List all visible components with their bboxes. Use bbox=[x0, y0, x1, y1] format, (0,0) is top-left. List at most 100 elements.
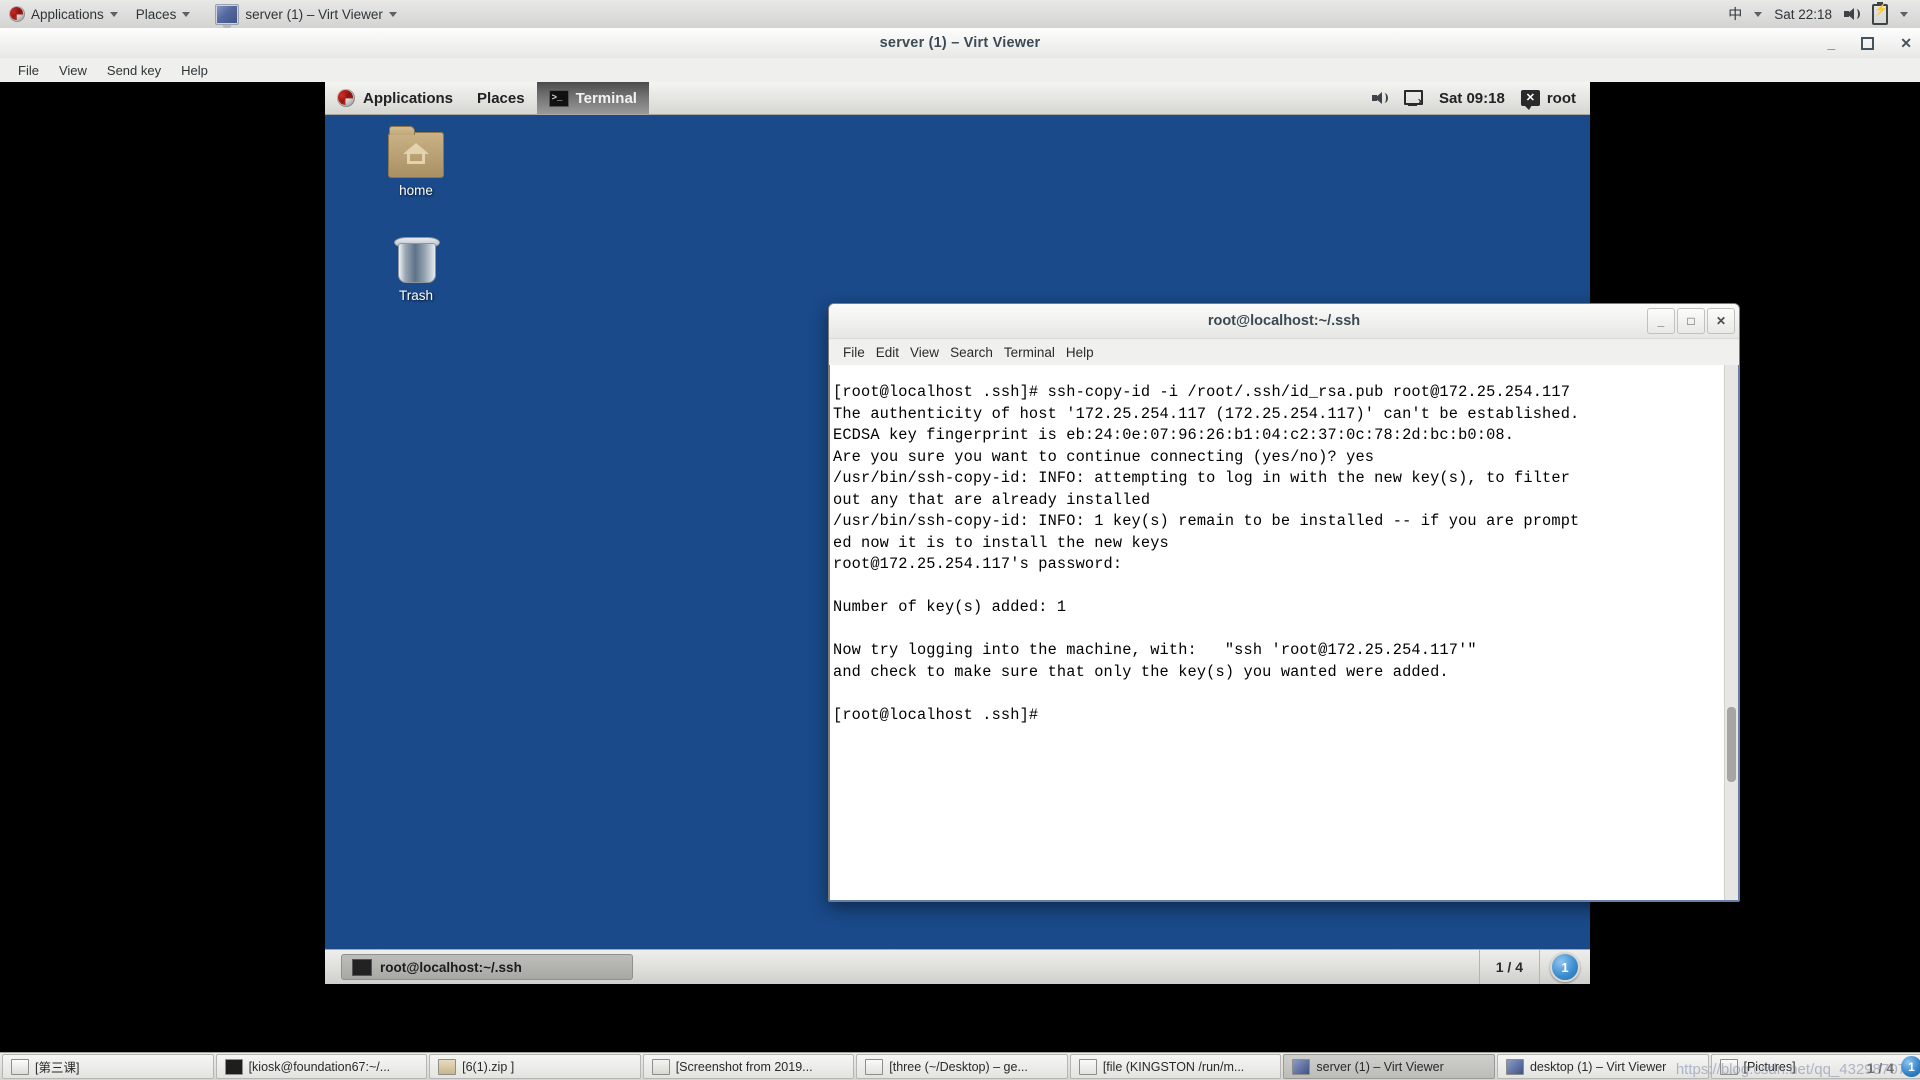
close-icon[interactable]: ✕ bbox=[1900, 36, 1912, 50]
image-viewer-icon bbox=[651, 1058, 670, 1075]
pictures-folder-icon bbox=[1719, 1058, 1738, 1075]
terminal-output: [root@localhost .ssh]# ssh-copy-id -i /r… bbox=[833, 383, 1580, 724]
guest-places-label: Places bbox=[477, 89, 525, 107]
chevron-down-icon[interactable] bbox=[1900, 11, 1908, 17]
host-clock[interactable]: Sat 22:18 bbox=[1774, 7, 1832, 22]
host-taskbar-item-label: [第三课] bbox=[35, 1061, 80, 1075]
battery-icon[interactable] bbox=[1872, 1, 1888, 25]
text-editor-icon bbox=[865, 1058, 884, 1075]
chevron-down-icon bbox=[388, 11, 397, 17]
host-applications-menu[interactable]: Applications bbox=[0, 1, 127, 27]
screen-root: Applications Places server (1) – Virt Vi… bbox=[0, 0, 1920, 1080]
terminal-title: root@localhost:~/.ssh bbox=[1207, 313, 1361, 329]
host-taskbar-item-active[interactable]: server (1) – Virt Viewer bbox=[1283, 1054, 1495, 1079]
guest-window-task-label: Terminal bbox=[575, 89, 637, 107]
host-panel-status-area: 中 Sat 22:18 bbox=[1728, 1, 1920, 25]
host-taskbar-item-label: [Screenshot from 2019... bbox=[675, 1059, 813, 1074]
guest-places-menu[interactable]: Places bbox=[465, 83, 537, 113]
virt-viewer-titlebar: server (1) – Virt Viewer _ ✕ bbox=[0, 28, 1920, 59]
terminal-icon bbox=[352, 958, 372, 976]
host-taskbar-item-label: [Pictures] bbox=[1743, 1059, 1796, 1074]
monitor-icon bbox=[215, 3, 240, 28]
menu-view[interactable]: View bbox=[49, 61, 97, 80]
terminal-titlebar[interactable]: root@localhost:~/.ssh _ □ ✕ bbox=[829, 304, 1739, 339]
guest-screen-area: Applications Places >_ Terminal x Sat 09… bbox=[0, 82, 1920, 1054]
terminal-scrollbar-thumb[interactable] bbox=[1727, 707, 1736, 783]
chevron-down-icon[interactable] bbox=[1754, 11, 1763, 17]
chevron-down-icon bbox=[182, 11, 191, 17]
guest-window-task-terminal[interactable]: >_ Terminal bbox=[536, 82, 649, 114]
host-workspace-badge[interactable]: 1 bbox=[1901, 1056, 1920, 1077]
terminal-body[interactable]: [root@localhost .ssh]# ssh-copy-id -i /r… bbox=[829, 365, 1739, 901]
document-icon bbox=[11, 1058, 29, 1075]
desktop-icon-home[interactable]: home bbox=[377, 126, 455, 198]
terminal-icon: >_ bbox=[548, 89, 569, 107]
guest-taskbar-item-terminal[interactable]: root@localhost:~/.ssh bbox=[341, 954, 633, 980]
terminal-icon bbox=[224, 1058, 243, 1075]
guest-taskbar-item-label: root@localhost:~/.ssh bbox=[380, 959, 522, 975]
host-workspace-count: 1 / 4 bbox=[1866, 1060, 1894, 1076]
fedora-logo-icon bbox=[9, 6, 25, 22]
monitor-icon bbox=[1505, 1058, 1524, 1075]
home-folder-icon bbox=[388, 126, 444, 178]
host-taskbar-item[interactable]: [Screenshot from 2019... bbox=[642, 1054, 855, 1079]
menu-file[interactable]: File bbox=[8, 61, 49, 80]
menu-help[interactable]: Help bbox=[171, 61, 218, 80]
guest-workspace-count: 1 / 4 bbox=[1478, 950, 1540, 984]
host-places-label: Places bbox=[135, 6, 177, 22]
trash-icon bbox=[394, 237, 440, 283]
menu-send-key[interactable]: Send key bbox=[97, 61, 171, 80]
guest-bottom-taskbar: root@localhost:~/.ssh 1 / 4 1 bbox=[325, 949, 1590, 984]
host-taskbar-item-label: [three (~/Desktop) – ge... bbox=[889, 1059, 1028, 1074]
terminal-menu-terminal[interactable]: Terminal bbox=[1004, 343, 1066, 362]
host-window-task-label: server (1) – Virt Viewer bbox=[245, 6, 383, 22]
chevron-down-icon bbox=[109, 11, 118, 17]
terminal-window: root@localhost:~/.ssh _ □ ✕ File Edit Vi… bbox=[828, 303, 1740, 902]
terminal-scrollbar[interactable] bbox=[1724, 365, 1738, 900]
input-method-icon[interactable]: 中 bbox=[1728, 4, 1742, 24]
guest-workspace-badge[interactable]: 1 bbox=[1550, 952, 1580, 982]
guest-panel-status-area: x Sat 09:18 ✕ root bbox=[1371, 90, 1590, 110]
terminal-window-buttons: _ □ ✕ bbox=[1647, 308, 1735, 334]
maximize-button[interactable]: □ bbox=[1677, 308, 1705, 334]
user-chat-icon[interactable]: ✕ bbox=[1520, 90, 1540, 110]
minimize-icon[interactable]: _ bbox=[1827, 36, 1835, 50]
text-editor-icon bbox=[1078, 1058, 1097, 1075]
volume-icon[interactable] bbox=[1844, 7, 1860, 21]
desktop-icon-trash[interactable]: Trash bbox=[377, 237, 455, 303]
host-taskbar-item[interactable]: [file (KINGSTON /run/m... bbox=[1069, 1054, 1282, 1079]
network-disconnected-icon[interactable]: x bbox=[1403, 90, 1423, 106]
guest-applications-menu[interactable]: Applications bbox=[325, 83, 465, 113]
terminal-menu-file[interactable]: File bbox=[843, 343, 876, 362]
maximize-icon[interactable] bbox=[1861, 36, 1875, 50]
fedora-logo-icon bbox=[337, 89, 355, 107]
host-applications-label: Applications bbox=[31, 6, 104, 22]
guest-clock[interactable]: Sat 09:18 bbox=[1439, 90, 1505, 107]
host-places-menu[interactable]: Places bbox=[127, 1, 200, 27]
volume-icon[interactable] bbox=[1371, 91, 1388, 105]
archive-icon bbox=[438, 1058, 457, 1075]
close-button[interactable]: ✕ bbox=[1707, 308, 1735, 334]
minimize-button[interactable]: _ bbox=[1647, 308, 1675, 334]
guest-user-label[interactable]: root bbox=[1547, 90, 1576, 107]
host-top-panel: Applications Places server (1) – Virt Vi… bbox=[0, 0, 1920, 29]
host-taskbar-item[interactable]: [three (~/Desktop) – ge... bbox=[856, 1054, 1068, 1079]
monitor-icon bbox=[1292, 1058, 1311, 1075]
guest-workspace-switcher: 1 / 4 1 bbox=[1478, 950, 1590, 984]
host-window-task-virt-viewer[interactable]: server (1) – Virt Viewer bbox=[205, 1, 407, 28]
terminal-menu-help[interactable]: Help bbox=[1066, 343, 1105, 362]
host-taskbar-item[interactable]: [第三课] bbox=[2, 1054, 214, 1079]
virt-viewer-title: server (1) – Virt Viewer bbox=[879, 35, 1041, 51]
host-taskbar-item[interactable]: [6(1).zip ] bbox=[429, 1054, 641, 1079]
terminal-menu-view[interactable]: View bbox=[910, 343, 950, 362]
host-taskbar-item[interactable]: [kiosk@foundation67:~/... bbox=[215, 1054, 428, 1079]
terminal-menu-search[interactable]: Search bbox=[950, 343, 1004, 362]
desktop-icon-trash-label: Trash bbox=[398, 288, 433, 303]
virt-viewer-menubar: File View Send key Help bbox=[0, 58, 1920, 83]
terminal-menu-edit[interactable]: Edit bbox=[876, 343, 910, 362]
guest-desktop: Applications Places >_ Terminal x Sat 09… bbox=[325, 82, 1740, 984]
host-taskbar-item[interactable]: desktop (1) – Virt Viewer bbox=[1496, 1054, 1709, 1079]
desktop-icon-home-label: home bbox=[399, 183, 433, 198]
host-taskbar-item-label: desktop (1) – Virt Viewer bbox=[1529, 1059, 1667, 1074]
host-taskbar-item-label: [file (KINGSTON /run/m... bbox=[1102, 1059, 1245, 1074]
